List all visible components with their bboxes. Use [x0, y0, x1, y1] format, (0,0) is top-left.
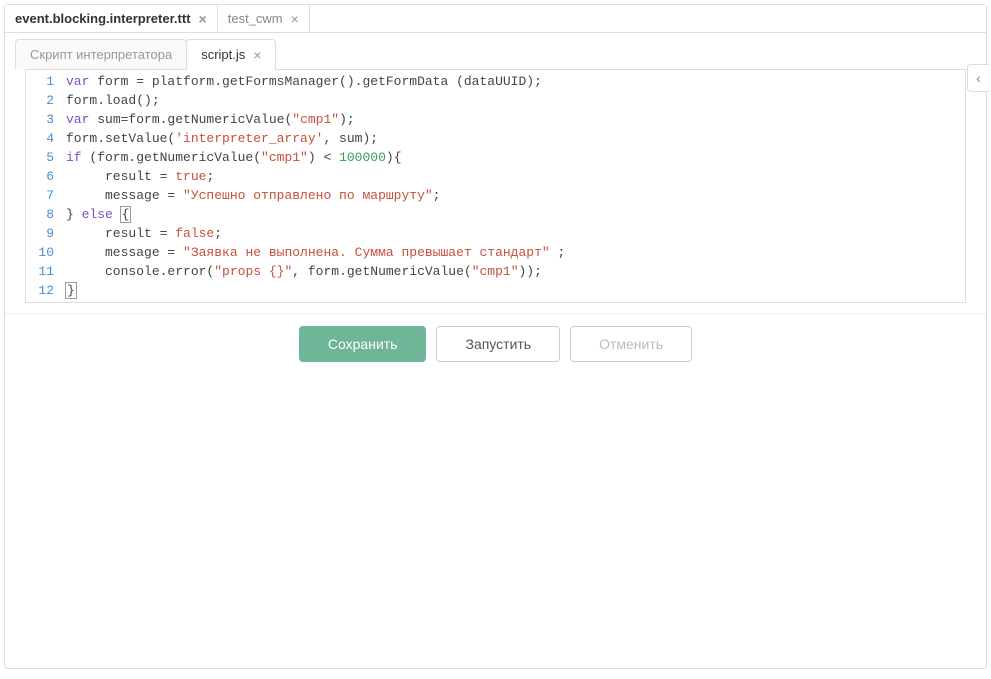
file-tab-test-cwm[interactable]: test_cwm × — [218, 5, 310, 32]
line-number: 1 — [30, 72, 54, 91]
code-line[interactable]: result = false; — [66, 224, 565, 243]
button-bar: Сохранить Запустить Отменить — [5, 313, 986, 374]
close-icon[interactable]: × — [253, 48, 261, 62]
sub-tabs-container: Скрипт интерпретатора script.js × 123456… — [5, 33, 986, 313]
file-tab-label: test_cwm — [228, 11, 283, 26]
close-icon[interactable]: × — [291, 12, 299, 26]
sub-tab-label: Скрипт интерпретатора — [30, 47, 172, 62]
cancel-button[interactable]: Отменить — [570, 326, 692, 362]
top-file-tabs: event.blocking.interpreter.ttt × test_cw… — [5, 5, 986, 33]
line-number: 5 — [30, 148, 54, 167]
code-line[interactable]: message = "Заявка не выполнена. Сумма пр… — [66, 243, 565, 262]
code-line[interactable]: form.load(); — [66, 91, 565, 110]
code-content[interactable]: var form = platform.getFormsManager().ge… — [62, 70, 569, 302]
line-number: 10 — [30, 243, 54, 262]
tab-interpreter-script[interactable]: Скрипт интерпретатора — [15, 39, 187, 69]
code-editor[interactable]: 123456789101112 var form = platform.getF… — [25, 69, 966, 303]
code-line[interactable]: var form = platform.getFormsManager().ge… — [66, 72, 565, 91]
line-number: 4 — [30, 129, 54, 148]
code-line[interactable]: form.setValue('interpreter_array', sum); — [66, 129, 565, 148]
chevron-left-icon: ‹ — [976, 70, 981, 86]
code-line[interactable]: result = true; — [66, 167, 565, 186]
code-line[interactable]: var sum=form.getNumericValue("cmp1"); — [66, 110, 565, 129]
code-line[interactable]: } — [66, 281, 565, 300]
line-number-gutter: 123456789101112 — [26, 70, 62, 302]
side-panel-toggle[interactable]: ‹ — [967, 64, 989, 92]
line-number: 7 — [30, 186, 54, 205]
line-number: 9 — [30, 224, 54, 243]
file-tab-label: event.blocking.interpreter.ttt — [15, 11, 191, 26]
tab-script-js[interactable]: script.js × — [186, 39, 276, 69]
line-number: 3 — [30, 110, 54, 129]
sub-tab-label: script.js — [201, 47, 245, 62]
file-tab-event-blocking[interactable]: event.blocking.interpreter.ttt × — [5, 5, 218, 32]
editor-container: event.blocking.interpreter.ttt × test_cw… — [4, 4, 987, 669]
code-line[interactable]: message = "Успешно отправлено по маршрут… — [66, 186, 565, 205]
line-number: 11 — [30, 262, 54, 281]
code-line[interactable]: console.error("props {}", form.getNumeri… — [66, 262, 565, 281]
code-line[interactable]: } else { — [66, 205, 565, 224]
save-button[interactable]: Сохранить — [299, 326, 427, 362]
close-icon[interactable]: × — [199, 12, 207, 26]
sub-tabs: Скрипт интерпретатора script.js × — [15, 39, 976, 69]
line-number: 2 — [30, 91, 54, 110]
line-number: 6 — [30, 167, 54, 186]
line-number: 8 — [30, 205, 54, 224]
run-button[interactable]: Запустить — [436, 326, 560, 362]
code-line[interactable]: if (form.getNumericValue("cmp1") < 10000… — [66, 148, 565, 167]
line-number: 12 — [30, 281, 54, 300]
